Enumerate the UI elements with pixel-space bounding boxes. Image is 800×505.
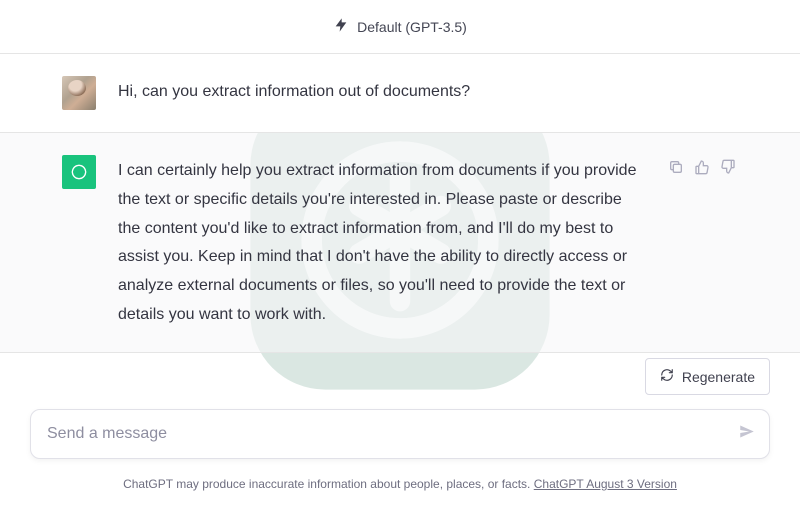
user-message-row: Hi, can you extract information out of d… [0, 54, 800, 133]
regenerate-label: Regenerate [682, 369, 755, 385]
regenerate-button[interactable]: Regenerate [645, 358, 770, 395]
user-avatar [62, 76, 96, 110]
send-icon[interactable] [738, 423, 756, 446]
disclaimer-text: ChatGPT may produce inaccurate informati… [123, 477, 534, 491]
version-link[interactable]: ChatGPT August 3 Version [534, 477, 677, 491]
refresh-icon [660, 368, 674, 385]
thumbs-up-icon[interactable] [694, 159, 710, 330]
model-header: Default (GPT-3.5) [0, 0, 800, 54]
user-message-text: Hi, can you extract information out of d… [118, 76, 736, 110]
assistant-avatar [62, 155, 96, 189]
footer-disclaimer: ChatGPT may produce inaccurate informati… [0, 477, 800, 491]
thumbs-down-icon[interactable] [720, 159, 736, 330]
model-label: Default (GPT-3.5) [357, 19, 467, 35]
message-input[interactable] [30, 409, 770, 459]
message-actions [668, 155, 736, 330]
copy-icon[interactable] [668, 159, 684, 330]
composer [30, 409, 770, 459]
assistant-message-text: I can certainly help you extract informa… [118, 155, 646, 330]
assistant-message-row: I can certainly help you extract informa… [0, 133, 800, 353]
bolt-icon [333, 17, 349, 36]
